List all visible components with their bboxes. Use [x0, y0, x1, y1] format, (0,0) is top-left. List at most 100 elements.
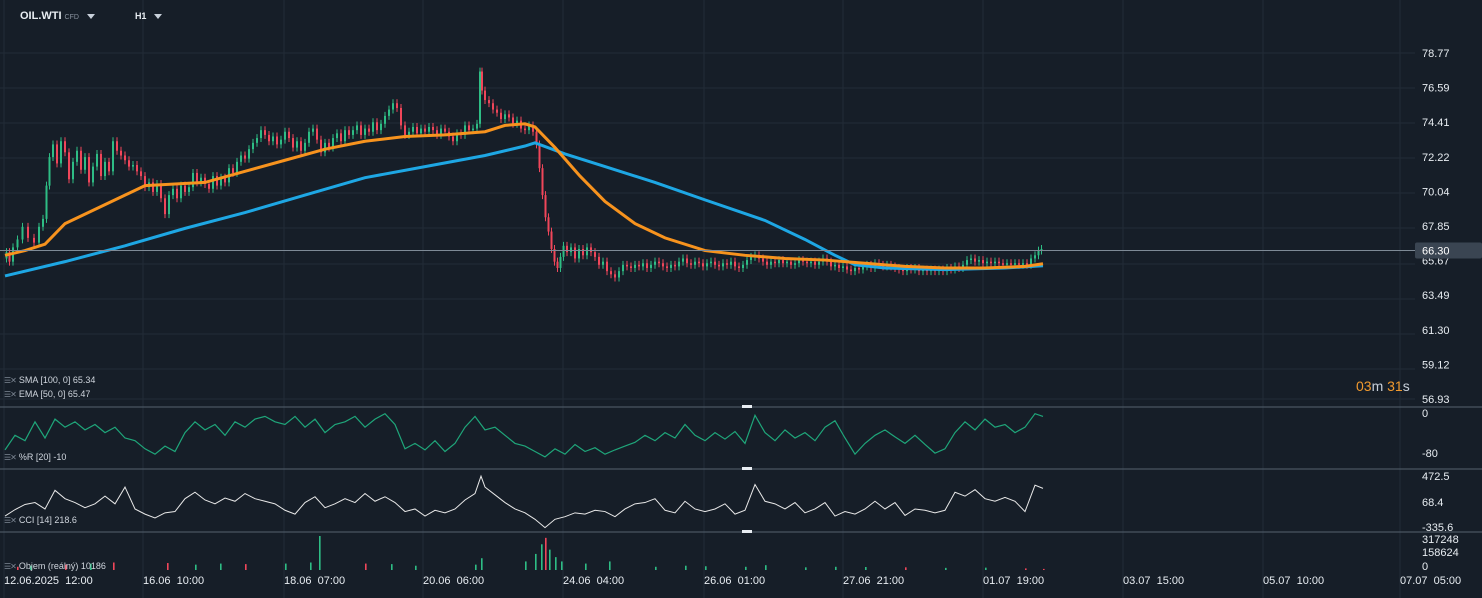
candle-body [726, 263, 728, 265]
candle-body [610, 271, 612, 275]
candle-body [444, 128, 446, 132]
candle-body [364, 128, 366, 135]
indicator-text: EMA [50, 0] 65.47 [18, 389, 91, 399]
countdown-seconds: 31 [1387, 378, 1403, 394]
candle-body [264, 130, 266, 135]
wr-axis-top: 0 [1422, 408, 1428, 420]
candle-body [72, 161, 74, 180]
candle-body [730, 261, 732, 265]
volume-bar [195, 564, 197, 570]
wr-axis-bottom: -80 [1422, 448, 1438, 460]
candle-body [974, 258, 976, 262]
candle-body [602, 261, 604, 265]
time-axis: 12.06.2025 12:00 16.06 10:00 18.06 07:00… [4, 575, 1461, 587]
candle-body [16, 239, 19, 248]
candle-body [806, 261, 808, 264]
candle-body [33, 237, 35, 243]
settings-close-icon[interactable]: ☰✕ [4, 453, 17, 462]
candle-body [842, 266, 844, 268]
candle-body [1037, 250, 1040, 256]
candle-body [594, 252, 596, 257]
candle-body [172, 188, 174, 196]
candle-body [738, 266, 740, 268]
time-tick: 01.07 19:00 [983, 575, 1044, 587]
volume-bar [319, 536, 321, 570]
candle-body [1014, 263, 1016, 265]
time-tick: 27.06 21:00 [843, 575, 904, 587]
candle-body [586, 247, 588, 256]
candle-body [38, 226, 40, 243]
williams-r-line [4, 412, 1044, 458]
candle-body [500, 112, 502, 120]
candle-body [614, 274, 616, 278]
indicator-legend-sma[interactable]: ☰✕ SMA [100, 0] 65.34 [4, 375, 95, 385]
countdown-min-unit: m [1371, 378, 1384, 394]
volume-bar [549, 549, 551, 570]
candle-body [666, 266, 668, 268]
indicator-legend-wr[interactable]: ☰✕ %R [20] -10 [4, 452, 66, 462]
candle-countdown: 03m 31s [1356, 378, 1410, 394]
indicator-legend-ema[interactable]: ☰✕ EMA [50, 0] 65.47 [4, 389, 90, 399]
candle-body [566, 245, 568, 253]
candle-body [606, 261, 608, 272]
candle-body [136, 165, 138, 172]
candle-body [622, 264, 624, 272]
candle-body [360, 125, 362, 135]
chart-toolbar: OIL.WTI CFD H1 [20, 10, 163, 22]
price-chart[interactable]: 78.7776.5974.4172.2270.0467.8565.6763.49… [0, 0, 1482, 598]
candle-body [68, 152, 70, 180]
candle-body [786, 261, 788, 264]
settings-close-icon[interactable]: ☰✕ [4, 376, 17, 385]
candle-body [774, 261, 776, 264]
candle-body [556, 261, 559, 268]
indicator-legend-volume[interactable]: ☰✕ Objem (reálný) 10186 [4, 561, 106, 571]
cci-line [4, 474, 1044, 529]
candle-body [484, 90, 486, 101]
settings-close-icon[interactable]: ☰✕ [4, 516, 17, 525]
candle-body [630, 266, 632, 268]
volume-bar [541, 544, 543, 570]
volume-bar [1025, 568, 1027, 570]
price-tick: 76.59 [1422, 83, 1450, 95]
candle-body [682, 258, 684, 262]
candle-body [268, 134, 270, 142]
candle-body [970, 258, 972, 261]
symbol-selector[interactable]: OIL.WTI CFD [20, 10, 95, 22]
candle-body [236, 161, 238, 173]
candle-body [770, 261, 772, 265]
candle-body [42, 218, 44, 227]
volume-bar [1043, 568, 1045, 570]
volume-bar [655, 566, 657, 570]
candle-body [280, 139, 282, 145]
candle-body [986, 261, 988, 264]
candle-body [598, 256, 600, 265]
timeframe-selector[interactable]: H1 [135, 11, 163, 21]
candle-body [646, 263, 648, 268]
volume-bar [245, 564, 247, 570]
candle-body [84, 157, 86, 170]
indicator-legend-cci[interactable]: ☰✕ CCI [14] 218.6 [4, 515, 77, 525]
settings-close-icon[interactable]: ☰✕ [4, 562, 17, 571]
candle-body [108, 161, 110, 172]
candle-body [492, 103, 494, 110]
volume-bar [745, 566, 747, 570]
candle-body [722, 263, 724, 267]
divider-lines [0, 405, 1482, 533]
candle-body [1002, 263, 1004, 265]
candle-body [400, 107, 402, 126]
price-tick: 78.77 [1422, 48, 1450, 60]
settings-close-icon[interactable]: ☰✕ [4, 390, 17, 399]
candle-body [124, 155, 126, 161]
pane-resize-handle [742, 530, 752, 533]
candle-body [658, 261, 660, 264]
time-tick: 16.06 10:00 [143, 575, 204, 587]
volume-bar [805, 567, 807, 570]
candle-body [782, 260, 784, 264]
candle-body [196, 172, 198, 183]
candle-body [662, 263, 664, 267]
candle-body [702, 263, 704, 267]
candle-body [21, 226, 24, 240]
indicator-text: CCI [14] 218.6 [18, 515, 77, 525]
candle-body [746, 260, 748, 265]
indicator-text: SMA [100, 0] 65.34 [18, 375, 96, 385]
